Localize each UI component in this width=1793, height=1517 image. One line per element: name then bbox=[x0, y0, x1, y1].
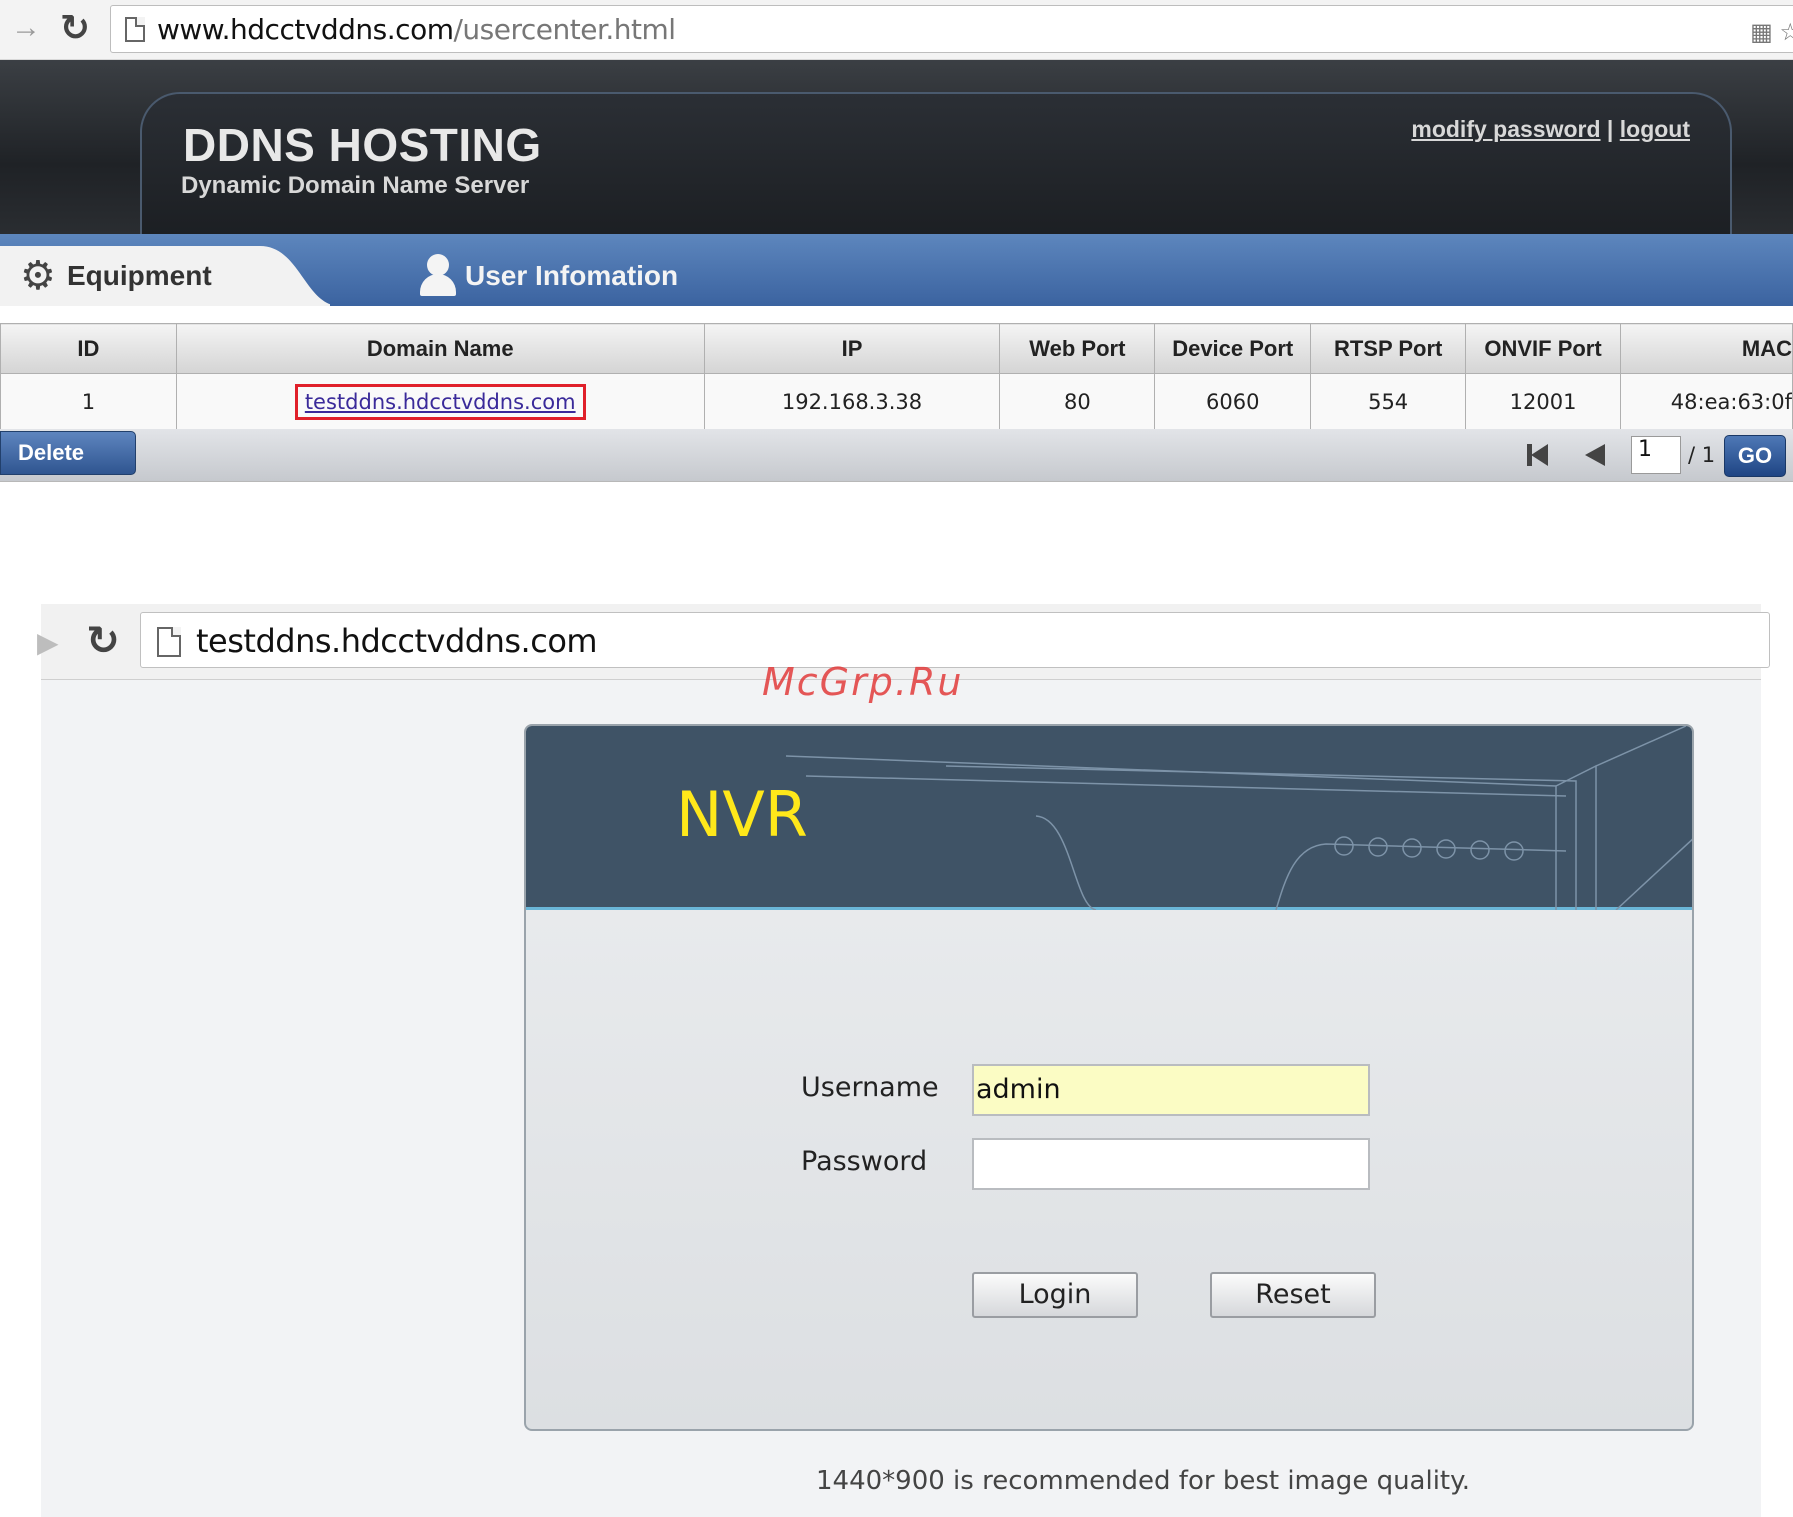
cell-onvif-port: 12001 bbox=[1465, 373, 1621, 430]
table-footer: Delete 1 / 1 GO bbox=[0, 429, 1793, 482]
column-header-web-port[interactable]: Web Port bbox=[999, 323, 1156, 374]
column-header-onvif-port[interactable]: ONVIF Port bbox=[1465, 323, 1621, 374]
cell-device-port: 6060 bbox=[1154, 373, 1312, 430]
password-label: Password bbox=[801, 1146, 928, 1177]
device-table: ID Domain Name IP Web Port Device Port R… bbox=[0, 323, 1793, 430]
login-button[interactable]: Login bbox=[972, 1272, 1138, 1318]
tab-bar: ⚙ Equipment User Infomation bbox=[0, 234, 1793, 306]
column-header-mac[interactable]: MAC bbox=[1619, 323, 1793, 374]
resolution-hint: 1440*900 is recommended for best image q… bbox=[816, 1466, 1471, 1496]
delete-button[interactable]: Delete bbox=[0, 431, 136, 475]
tab-equipment-label: Equipment bbox=[67, 260, 212, 291]
password-input[interactable] bbox=[972, 1138, 1370, 1190]
column-header-domain-name[interactable]: Domain Name bbox=[175, 323, 705, 374]
username-label: Username bbox=[801, 1072, 939, 1103]
logout-link[interactable]: logout bbox=[1620, 116, 1690, 142]
cell-id: 1 bbox=[0, 373, 177, 430]
cell-ip: 192.168.3.38 bbox=[703, 373, 1001, 430]
nvr-browser-window: ▶ ↻ testddns.hdcctvddns.com NVR Username… bbox=[37, 604, 1770, 1517]
site-title: DDNS HOSTING bbox=[183, 119, 542, 171]
nvr-login-panel: NVR Username admin Password Login Reset bbox=[524, 724, 1694, 1431]
go-button[interactable]: GO bbox=[1724, 435, 1786, 477]
cell-web-port: 80 bbox=[999, 373, 1156, 430]
modify-password-link[interactable]: modify password bbox=[1411, 116, 1600, 142]
tab-user-information-label: User Infomation bbox=[465, 260, 679, 291]
page-icon bbox=[157, 627, 181, 657]
site-subtitle: Dynamic Domain Name Server bbox=[181, 172, 530, 199]
translate-icon[interactable]: ▦ ☆ bbox=[1750, 18, 1793, 47]
tab-equipment[interactable]: ⚙ Equipment bbox=[0, 246, 330, 306]
address-bar[interactable]: www.hdcctvddns.com/usercenter.html ▦ ☆ bbox=[110, 5, 1793, 53]
page-icon bbox=[125, 17, 145, 42]
username-input[interactable]: admin bbox=[972, 1064, 1370, 1116]
table-header-row: ID Domain Name IP Web Port Device Port R… bbox=[0, 323, 1793, 374]
domain-link[interactable]: testddns.hdcctvddns.com bbox=[294, 383, 586, 420]
page-number-input[interactable]: 1 bbox=[1631, 436, 1681, 474]
reset-button[interactable]: Reset bbox=[1210, 1272, 1376, 1318]
watermark: McGrp.Ru bbox=[762, 660, 964, 704]
table-spacer bbox=[0, 306, 1793, 324]
link-separator: | bbox=[1606, 116, 1614, 142]
forward-arrow-icon[interactable]: ▶ bbox=[37, 626, 59, 659]
user-icon bbox=[418, 254, 456, 298]
column-header-rtsp-port[interactable]: RTSP Port bbox=[1310, 323, 1467, 374]
address-url: testddns.hdcctvddns.com bbox=[196, 622, 598, 660]
nvr-banner: NVR bbox=[526, 726, 1692, 910]
first-page-icon[interactable] bbox=[1525, 441, 1553, 469]
address-url: www.hdcctvddns.com/usercenter.html bbox=[157, 13, 676, 46]
account-links: modify password | logout bbox=[1411, 116, 1690, 143]
column-header-ip[interactable]: IP bbox=[703, 323, 1001, 374]
reload-icon[interactable]: ↻ bbox=[55, 6, 95, 50]
page-total: / 1 bbox=[1688, 443, 1716, 467]
forward-arrow-icon[interactable]: → bbox=[6, 8, 46, 48]
prev-page-icon[interactable] bbox=[1585, 444, 1605, 466]
column-header-id[interactable]: ID bbox=[0, 323, 177, 374]
gear-icon: ⚙ bbox=[20, 254, 56, 298]
cell-domain-name: testddns.hdcctvddns.com bbox=[175, 373, 705, 430]
table-row[interactable]: 1 testddns.hdcctvddns.com 192.168.3.38 8… bbox=[0, 373, 1793, 430]
cell-rtsp-port: 554 bbox=[1310, 373, 1467, 430]
reload-icon[interactable]: ↻ bbox=[79, 614, 127, 668]
cell-mac: 48:ea:63:0f bbox=[1619, 373, 1793, 430]
nvr-title: NVR bbox=[676, 778, 808, 851]
column-header-device-port[interactable]: Device Port bbox=[1154, 323, 1312, 374]
top-browser-toolbar: → ↻ www.hdcctvddns.com/usercenter.html ▦… bbox=[0, 0, 1793, 60]
